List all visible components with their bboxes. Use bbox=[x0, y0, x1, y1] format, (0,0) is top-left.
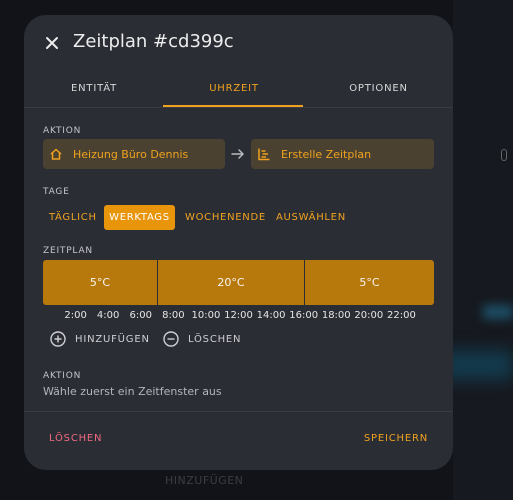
save-button[interactable]: SPEICHERN bbox=[364, 433, 428, 444]
entity-chip[interactable]: Heizung Büro Dennis bbox=[43, 139, 225, 169]
action-detail-hint: Wähle zuerst ein Zeitfenster aus bbox=[43, 385, 222, 398]
day-option-daily[interactable]: TÄGLICH bbox=[49, 205, 97, 230]
day-option-weekend[interactable]: WOCHENENDE bbox=[185, 205, 266, 230]
delete-button[interactable]: LÖSCHEN bbox=[49, 433, 102, 444]
chart-timeline-icon bbox=[257, 147, 271, 161]
home-icon bbox=[49, 147, 63, 161]
add-slot-label: HINZUFÜGEN bbox=[75, 333, 150, 345]
background-add-button: HINZUFÜGEN bbox=[165, 474, 244, 487]
time-tick-label: 10:00 bbox=[191, 310, 221, 321]
day-option-custom[interactable]: AUSWÄHLEN bbox=[276, 205, 346, 230]
service-chip-label: Erstelle Zeitplan bbox=[281, 147, 372, 161]
time-tick-label: 20:00 bbox=[354, 310, 384, 321]
days-label: TAGE bbox=[43, 187, 70, 197]
thermometer-icon bbox=[501, 149, 507, 161]
tab-bar: ENTITÄT UHRZEIT OPTIONEN bbox=[24, 77, 453, 107]
time-tick-label: 18:00 bbox=[321, 310, 351, 321]
time-tick-label: 8:00 bbox=[162, 310, 185, 321]
time-tick-label: 22:00 bbox=[386, 310, 416, 321]
close-button[interactable] bbox=[40, 31, 64, 55]
tab-divider bbox=[24, 107, 453, 108]
tab-options[interactable]: OPTIONEN bbox=[304, 77, 453, 107]
action-label: AKTION bbox=[43, 126, 82, 136]
dialog-header: Zeitplan #cd399c bbox=[24, 15, 453, 70]
background-graph-accent bbox=[483, 305, 513, 319]
time-tick-label: 14:00 bbox=[256, 310, 286, 321]
time-tick-label: 16:00 bbox=[289, 310, 319, 321]
service-chip[interactable]: Erstelle Zeitplan bbox=[251, 139, 434, 169]
day-option-workdays[interactable]: WERKTAGS bbox=[104, 205, 175, 230]
schedule-label: ZEITPLAN bbox=[43, 246, 93, 256]
time-tick-label: 2:00 bbox=[64, 310, 87, 321]
tab-time[interactable]: UHRZEIT bbox=[164, 77, 304, 107]
schedule-dialog: Zeitplan #cd399c ENTITÄT UHRZEIT OPTIONE… bbox=[24, 15, 453, 470]
schedule-bar: 5°C 20°C 5°C bbox=[43, 260, 434, 305]
tab-entity[interactable]: ENTITÄT bbox=[24, 77, 164, 107]
plus-circle-icon bbox=[50, 331, 66, 347]
close-icon bbox=[46, 37, 58, 49]
schedule-segment[interactable]: 5°C bbox=[305, 260, 434, 305]
schedule-segment[interactable]: 5°C bbox=[43, 260, 157, 305]
footer-divider bbox=[24, 411, 453, 412]
background-graph-accent bbox=[443, 350, 513, 380]
background-panel bbox=[453, 0, 513, 500]
remove-slot-button[interactable]: LÖSCHEN bbox=[163, 331, 241, 347]
time-tick-label: 12:00 bbox=[224, 310, 253, 321]
dialog-title: Zeitplan #cd399c bbox=[73, 31, 234, 52]
time-tick-label: 4:00 bbox=[96, 310, 120, 321]
action-detail-label: AKTION bbox=[43, 371, 82, 381]
entity-chip-label: Heizung Büro Dennis bbox=[73, 147, 189, 161]
schedule-segment[interactable]: 20°C bbox=[158, 260, 304, 305]
minus-circle-icon bbox=[163, 331, 179, 347]
remove-slot-label: LÖSCHEN bbox=[188, 333, 242, 345]
arrow-right-icon bbox=[231, 149, 244, 159]
time-tick-label: 6:00 bbox=[129, 310, 152, 321]
add-slot-button[interactable]: HINZUFÜGEN bbox=[50, 331, 150, 347]
